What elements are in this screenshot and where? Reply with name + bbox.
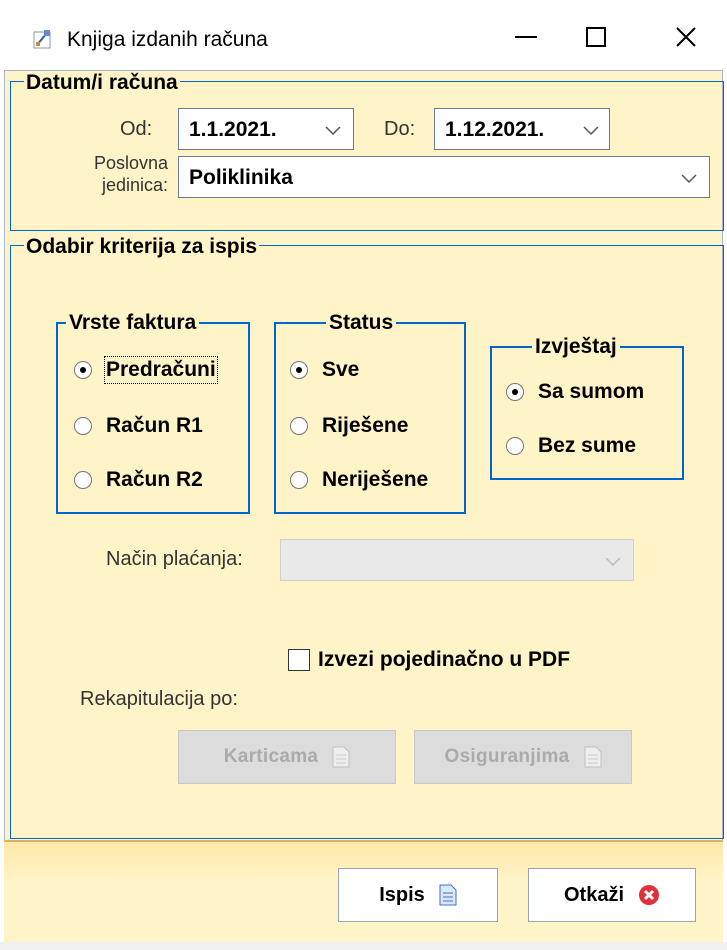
izvjestaj-group	[490, 346, 684, 480]
document-icon	[332, 746, 350, 768]
datum-group-title: Datum/i računa	[24, 71, 180, 94]
radio-bez-sume[interactable]: Bez sume	[506, 434, 636, 458]
minimize-icon	[515, 36, 537, 38]
radio-dot	[506, 383, 524, 401]
checkbox-label: Izvezi pojedinačno u PDF	[318, 648, 571, 671]
radio-label: Račun R1	[106, 414, 203, 437]
maximize-button[interactable]	[566, 14, 626, 60]
jedinica-value: Poliklinika	[189, 166, 293, 189]
osiguranjima-button[interactable]: Osiguranjima	[414, 730, 632, 784]
otkazi-button[interactable]: Otkaži	[528, 868, 696, 922]
otkazi-label: Otkaži	[563, 883, 625, 906]
karticama-label: Karticama	[223, 746, 319, 767]
radio-dot	[290, 471, 308, 489]
radio-predracuni[interactable]: Predračuni	[74, 356, 218, 384]
radio-label: Neriješene	[322, 468, 429, 491]
nacin-placanja-label: Način plaćanja:	[106, 548, 243, 570]
radio-nerijesene[interactable]: Neriješene	[290, 468, 428, 492]
radio-label: Bez sume	[538, 434, 637, 457]
rekapitulacija-label: Rekapitulacija po:	[80, 688, 238, 710]
jedinica-select[interactable]: Poliklinika	[178, 156, 710, 198]
radio-dot	[290, 417, 308, 435]
osiguranjima-label: Osiguranjima	[444, 746, 570, 767]
jedinica-label-line1: Poslovna	[93, 153, 168, 173]
ispis-button[interactable]: Ispis	[338, 868, 498, 922]
chevron-down-icon	[681, 174, 697, 184]
radio-sa-sumom[interactable]: Sa sumom	[506, 380, 644, 404]
vrste-faktura-title: Vrste faktura	[66, 312, 200, 334]
radio-label: Predračuni	[104, 356, 218, 384]
checkbox-box	[288, 649, 310, 671]
karticama-button[interactable]: Karticama	[178, 730, 396, 784]
maximize-icon	[586, 27, 606, 47]
radio-label: Račun R2	[106, 468, 203, 491]
chevron-down-icon	[325, 126, 341, 136]
radio-label: Riješene	[322, 414, 409, 437]
do-date-value: 1.12.2021.	[445, 118, 545, 141]
radio-rijesene[interactable]: Riješene	[290, 414, 408, 438]
radio-dot	[74, 471, 92, 489]
radio-dot	[74, 361, 92, 379]
izvjestaj-title: Izvještaj	[532, 336, 620, 358]
kriteriji-group-title: Odabir kriterija za ispis	[24, 235, 260, 258]
status-title: Status	[326, 312, 397, 334]
chevron-down-icon	[583, 126, 599, 136]
jedinica-label: Poslovna jedinica:	[70, 152, 168, 196]
cancel-icon	[639, 885, 660, 905]
radio-label: Sve	[322, 358, 360, 381]
radio-racun-r2[interactable]: Račun R2	[74, 468, 203, 492]
radio-dot	[290, 361, 308, 379]
radio-label: Sa sumom	[538, 380, 645, 403]
window-bottom-edge	[0, 942, 727, 950]
radio-sve[interactable]: Sve	[290, 358, 359, 382]
close-icon	[676, 27, 696, 47]
radio-dot	[506, 437, 524, 455]
nacin-placanja-select[interactable]	[280, 539, 634, 581]
do-date-picker[interactable]: 1.12.2021.	[434, 108, 610, 150]
app-icon	[33, 30, 51, 49]
radio-racun-r1[interactable]: Račun R1	[74, 414, 203, 438]
jedinica-label-line2: jedinica:	[101, 175, 168, 195]
close-button[interactable]	[656, 14, 716, 60]
chevron-down-icon	[605, 557, 621, 567]
ispis-label: Ispis	[379, 883, 425, 906]
od-date-value: 1.1.2021.	[189, 118, 277, 141]
footer-separator	[4, 840, 723, 842]
izvezi-pdf-checkbox[interactable]: Izvezi pojedinačno u PDF	[288, 648, 570, 672]
od-label: Od:	[120, 118, 153, 140]
document-icon	[584, 746, 602, 768]
title-bar: Knjiga izdanih računa	[0, 0, 727, 70]
radio-dot	[74, 417, 92, 435]
od-date-picker[interactable]: 1.1.2021.	[178, 108, 354, 150]
window-title: Knjiga izdanih računa	[67, 28, 268, 51]
minimize-button[interactable]	[496, 14, 556, 60]
document-icon	[439, 884, 457, 906]
do-label: Do:	[384, 118, 416, 140]
